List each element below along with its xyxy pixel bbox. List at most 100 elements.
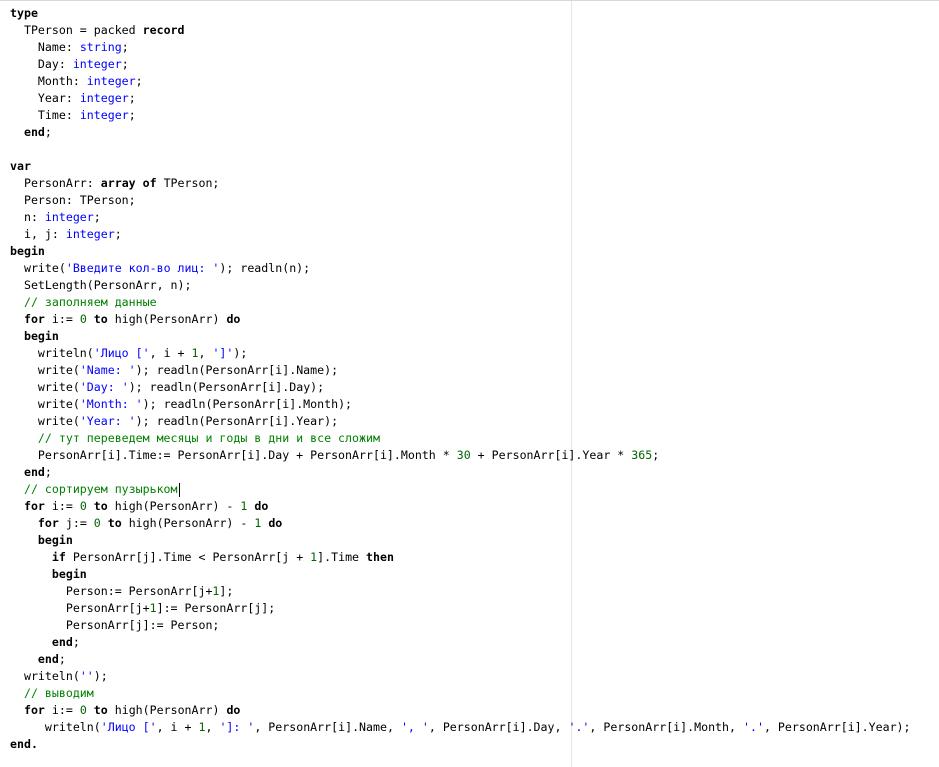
code-line[interactable]: // заполняем данные xyxy=(10,294,911,311)
code-line[interactable]: PersonArr: array of TPerson; xyxy=(10,175,911,192)
code-line[interactable] xyxy=(10,141,911,158)
code-line[interactable]: Month: integer; xyxy=(10,73,911,90)
identifier-token: TPerson = packed xyxy=(10,23,143,37)
code-line[interactable]: var xyxy=(10,158,911,175)
code-line[interactable]: begin xyxy=(10,243,911,260)
number-literal: 0 xyxy=(79,312,87,326)
identifier-token: high(PersonArr) - xyxy=(121,516,255,530)
identifier-token: n: xyxy=(10,210,45,224)
identifier-token xyxy=(10,516,38,530)
string-literal: ', ' xyxy=(400,720,429,734)
code-line[interactable]: for i:= 0 to high(PersonArr) do xyxy=(10,702,911,719)
keyword-token: to xyxy=(107,516,122,530)
string-literal: 'Year: ' xyxy=(79,414,136,428)
code-line[interactable]: Day: integer; xyxy=(10,56,911,73)
string-literal: 'Name: ' xyxy=(79,363,136,377)
code-line[interactable]: writeln('Лицо [', i + 1, ']'); xyxy=(10,345,911,362)
identifier-token: ; xyxy=(93,210,101,224)
identifier-token: write( xyxy=(10,261,66,275)
code-text-area[interactable]: type TPerson = packed record Name: strin… xyxy=(10,5,911,753)
identifier-token: PersonArr[j]:= Person; xyxy=(10,618,220,632)
code-line[interactable]: Person:= PersonArr[j+1]; xyxy=(10,583,911,600)
code-line[interactable]: write('Year: '); readln(PersonArr[i].Yea… xyxy=(10,413,911,430)
keyword-token: to xyxy=(93,703,108,717)
code-line[interactable]: SetLength(PersonArr, n); xyxy=(10,277,911,294)
code-line[interactable]: writeln('Лицо [', i + 1, ']: ', PersonAr… xyxy=(10,719,911,736)
code-line[interactable]: type xyxy=(10,5,911,22)
code-line[interactable]: // сортируем пузырьком xyxy=(10,481,911,498)
code-editor[interactable]: type TPerson = packed record Name: strin… xyxy=(0,0,939,767)
code-line[interactable]: if PersonArr[j].Time < PersonArr[j + 1].… xyxy=(10,549,911,566)
identifier-token: PersonArr: xyxy=(10,176,101,190)
code-line[interactable]: PersonArr[j+1]:= PersonArr[j]; xyxy=(10,600,911,617)
identifier-token xyxy=(10,533,38,547)
text-cursor xyxy=(178,482,180,497)
identifier-token: write( xyxy=(10,380,80,394)
code-line[interactable]: for j:= 0 to high(PersonArr) - 1 do xyxy=(10,515,911,532)
identifier-token: ); readln(PersonArr[i].Year); xyxy=(135,414,339,428)
code-line[interactable]: for i:= 0 to high(PersonArr) - 1 do xyxy=(10,498,911,515)
code-line[interactable]: write('Day: '); readln(PersonArr[i].Day)… xyxy=(10,379,911,396)
identifier-token: writeln( xyxy=(10,720,101,734)
code-line[interactable]: end; xyxy=(10,464,911,481)
code-line[interactable]: TPerson = packed record xyxy=(10,22,911,39)
code-line[interactable]: // выводим xyxy=(10,685,911,702)
code-line[interactable]: for i:= 0 to high(PersonArr) do xyxy=(10,311,911,328)
code-line[interactable]: end; xyxy=(10,124,911,141)
identifier-token xyxy=(10,329,24,343)
string-literal: ']' xyxy=(212,346,234,360)
keyword-token: do xyxy=(226,703,241,717)
identifier-token: ; xyxy=(44,125,52,139)
identifier-token: Day: xyxy=(10,57,73,71)
code-line[interactable]: begin xyxy=(10,532,911,549)
code-line[interactable]: end; xyxy=(10,651,911,668)
code-line[interactable]: Person: TPerson; xyxy=(10,192,911,209)
code-line[interactable]: writeln(''); xyxy=(10,668,911,685)
identifier-token: i:= xyxy=(44,312,80,326)
number-literal: 0 xyxy=(79,703,87,717)
identifier-token: Person:= PersonArr[j+ xyxy=(10,584,213,598)
type-token: integer xyxy=(79,91,129,105)
keyword-token: begin xyxy=(10,244,45,258)
identifier-token: Person: TPerson; xyxy=(10,193,136,207)
code-line[interactable]: begin xyxy=(10,566,911,583)
string-literal: ']: ' xyxy=(219,720,255,734)
code-line[interactable]: end. xyxy=(10,736,911,753)
type-token: integer xyxy=(44,210,94,224)
identifier-token xyxy=(87,499,94,513)
identifier-token: ; xyxy=(128,108,136,122)
string-literal: '.' xyxy=(742,720,764,734)
keyword-token: begin xyxy=(23,329,59,343)
identifier-token: , PersonArr[i].Month, xyxy=(589,720,743,734)
code-line[interactable]: // тут переведем месяцы и годы в дни и в… xyxy=(10,430,911,447)
number-literal: 0 xyxy=(93,516,101,530)
comment-token: // тут переведем месяцы и годы в дни и в… xyxy=(10,431,380,445)
code-line[interactable]: end; xyxy=(10,634,911,651)
identifier-token: ); readln(PersonArr[i].Month); xyxy=(142,397,353,411)
identifier-token: writeln( xyxy=(10,669,80,683)
identifier-token: i:= xyxy=(44,703,80,717)
code-line[interactable]: n: integer; xyxy=(10,209,911,226)
identifier-token: PersonArr[j+ xyxy=(10,601,150,615)
keyword-token: for xyxy=(23,312,45,326)
keyword-token: for xyxy=(37,516,59,530)
code-line[interactable]: begin xyxy=(10,328,911,345)
code-line[interactable]: i, j: integer; xyxy=(10,226,911,243)
code-line[interactable]: write('Month: '); readln(PersonArr[i].Mo… xyxy=(10,396,911,413)
keyword-token: begin xyxy=(51,567,87,581)
identifier-token: ; xyxy=(44,465,52,479)
code-line[interactable]: Name: string; xyxy=(10,39,911,56)
code-line[interactable]: PersonArr[j]:= Person; xyxy=(10,617,911,634)
keyword-token: to xyxy=(93,312,108,326)
code-line[interactable]: write('Name: '); readln(PersonArr[i].Nam… xyxy=(10,362,911,379)
code-line[interactable]: write('Введите кол-во лиц: '); readln(n)… xyxy=(10,260,911,277)
identifier-token: ; xyxy=(135,74,143,88)
identifier-token: write( xyxy=(10,414,80,428)
identifier-token: ; xyxy=(114,227,122,241)
code-line[interactable]: Time: integer; xyxy=(10,107,911,124)
code-line[interactable]: PersonArr[i].Time:= PersonArr[i].Day + P… xyxy=(10,447,911,464)
identifier-token: Month: xyxy=(10,74,87,88)
comment-token: // сортируем пузырьком xyxy=(10,482,178,496)
keyword-token: for xyxy=(23,703,45,717)
code-line[interactable]: Year: integer; xyxy=(10,90,911,107)
